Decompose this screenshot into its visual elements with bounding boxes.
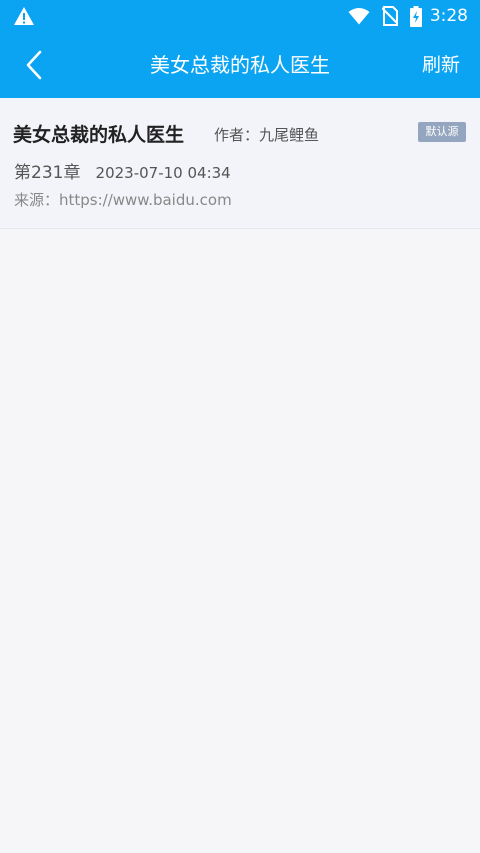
app-bar: 美女总裁的私人医生 刷新 <box>0 32 480 98</box>
wifi-icon <box>348 7 370 25</box>
battery-charging-icon <box>409 5 422 27</box>
status-bar: 3:28 <box>0 0 480 32</box>
source-url: 来源：https://www.baidu.com <box>14 191 232 209</box>
status-icons: 3:28 <box>348 5 468 27</box>
warning-icon <box>13 6 35 30</box>
chapter-name: 第231章 <box>14 163 81 183</box>
refresh-button[interactable]: 刷新 <box>422 32 460 98</box>
chapter-line: 第231章 2023-07-10 04:34 <box>14 158 231 183</box>
content-area <box>0 229 480 853</box>
book-card[interactable]: 美女总裁的私人医生 作者：九尾鲤鱼 默认源 第231章 2023-07-10 0… <box>0 98 480 229</box>
no-sim-icon <box>381 6 398 26</box>
back-icon <box>26 50 42 80</box>
book-title: 美女总裁的私人医生 <box>13 124 185 146</box>
chapter-date: 2023-07-10 04:34 <box>95 164 231 182</box>
status-time: 3:28 <box>429 6 468 26</box>
default-source-badge: 默认源 <box>418 122 466 142</box>
book-author: 作者：九尾鲤鱼 <box>214 126 320 144</box>
back-button[interactable] <box>16 47 52 83</box>
page-title: 美女总裁的私人医生 <box>150 53 330 77</box>
